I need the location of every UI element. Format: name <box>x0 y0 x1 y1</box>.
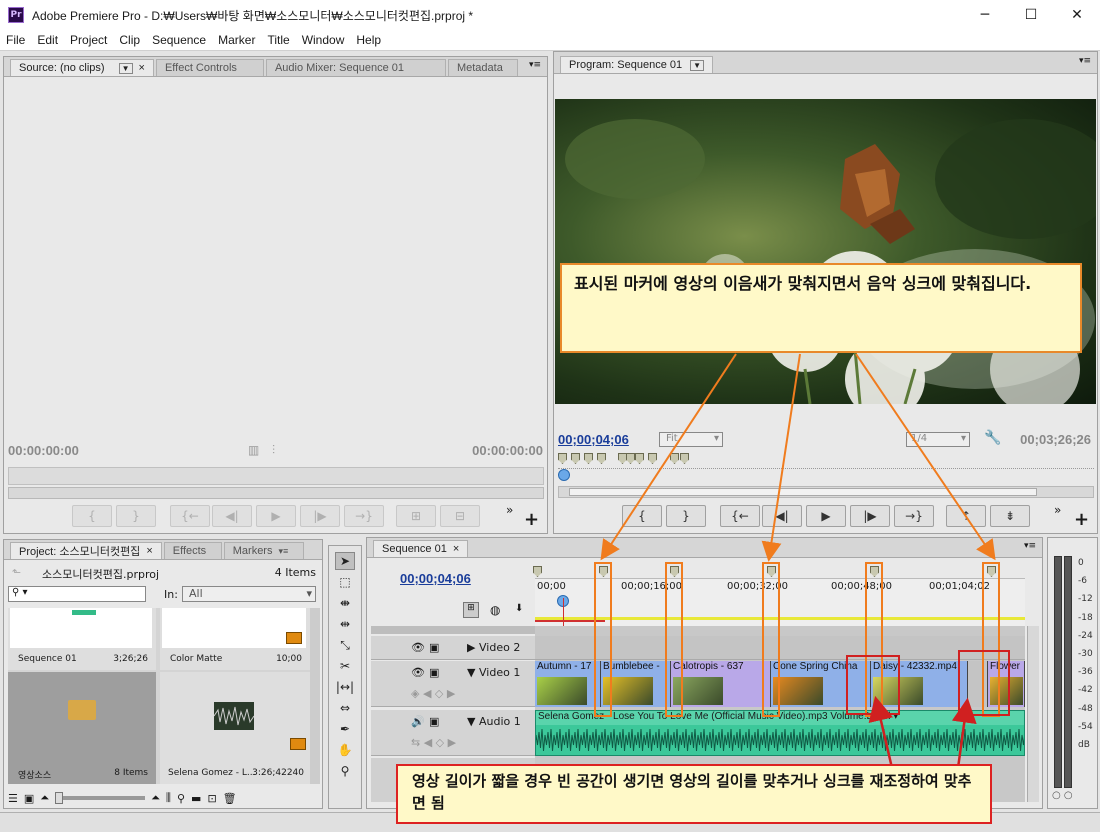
callout-bottom: 영상 길이가 짧을 경우 빈 공간이 생기면 영상의 길이를 맞추거나 싱크를 … <box>396 764 992 824</box>
annotation-arrows <box>600 353 996 769</box>
callout-bottom-text: 영상 길이가 짧을 경우 빈 공간이 생기면 영상의 길이를 맞추거나 싱크를 … <box>412 772 972 812</box>
